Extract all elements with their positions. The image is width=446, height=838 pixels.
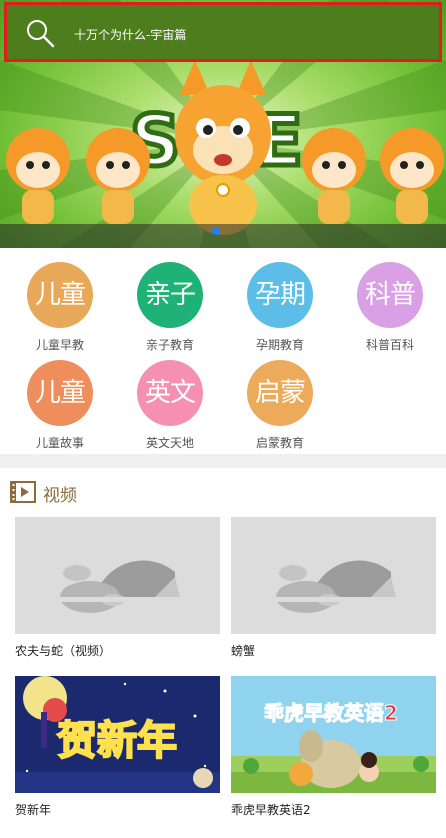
category-label: 儿童早教 xyxy=(35,338,84,352)
film-icon xyxy=(10,481,36,503)
category-parenting[interactable]: 亲子 亲子教育 xyxy=(115,262,225,353)
english-thumbnail-image: 乖虎早教英语2 xyxy=(231,701,436,793)
search-input[interactable]: 十万个为什么-宇宙篇 xyxy=(74,26,186,43)
video-title[interactable]: 乖虎早教英语2 xyxy=(231,801,436,818)
thumbnail-text: 贺新年 xyxy=(57,718,177,764)
category-circle[interactable]: 儿童 xyxy=(27,262,93,328)
category-early-education[interactable]: 儿童 儿童早教 xyxy=(5,262,115,353)
search-bar[interactable]: 十万个为什么-宇宙篇 xyxy=(4,2,442,62)
category-label: 科普百科 xyxy=(365,338,414,352)
video-thumbnail[interactable]: 乖虎早教英语2 xyxy=(231,676,436,793)
video-title[interactable]: 螃蟹 xyxy=(231,642,436,659)
video-title[interactable]: 农夫与蛇（视频） xyxy=(15,642,220,659)
category-circle[interactable]: 儿童 xyxy=(27,360,93,426)
category-label: 儿童故事 xyxy=(35,436,84,450)
category-circle[interactable]: 亲子 xyxy=(137,262,203,328)
category-circle[interactable]: 启蒙 xyxy=(247,360,313,426)
category-pregnancy[interactable]: 孕期 孕期教育 xyxy=(225,262,335,353)
category-label: 启蒙教育 xyxy=(255,436,304,450)
category-science[interactable]: 科普 科普百科 xyxy=(335,262,445,353)
video-card[interactable]: 乖虎早教英语2 乖虎早教英语2 xyxy=(231,676,436,818)
category-circle[interactable]: 孕期 xyxy=(247,262,313,328)
category-enlightenment[interactable]: 启蒙 启蒙教育 xyxy=(225,360,335,451)
thumbnail-text: 乖虎早教英语2 xyxy=(264,701,398,725)
banner-carousel[interactable]: S E 十万个为什么-宇宙篇 xyxy=(0,0,446,248)
video-section-header: 视频 xyxy=(0,468,446,516)
category-circle[interactable]: 科普 xyxy=(357,262,423,328)
section-title: 视频 xyxy=(43,486,77,506)
category-label: 英文天地 xyxy=(145,436,194,450)
image-placeholder-icon xyxy=(60,560,190,613)
video-card[interactable]: 螃蟹 xyxy=(231,517,436,659)
video-thumbnail-placeholder[interactable] xyxy=(231,517,436,634)
category-circle[interactable]: 英文 xyxy=(137,360,203,426)
category-label: 亲子教育 xyxy=(145,338,194,352)
search-icon[interactable] xyxy=(24,18,56,50)
new-year-thumbnail-image: 贺新年 xyxy=(15,676,220,793)
video-card[interactable]: 农夫与蛇（视频） xyxy=(15,517,220,659)
video-thumbnail[interactable]: 贺新年 xyxy=(15,676,220,793)
category-english[interactable]: 英文 英文天地 xyxy=(115,360,225,451)
image-placeholder-icon xyxy=(276,560,406,613)
category-grid: 儿童 儿童早教 亲子 亲子教育 孕期 孕期教育 科普 科普百科 儿童 儿童故事 … xyxy=(0,248,446,454)
video-card[interactable]: 贺新年 贺新年 xyxy=(15,676,220,818)
category-stories[interactable]: 儿童 儿童故事 xyxy=(5,360,115,451)
category-label: 孕期教育 xyxy=(255,338,304,352)
section-divider xyxy=(0,454,446,468)
carousel-dot-active[interactable] xyxy=(212,227,220,235)
video-title[interactable]: 贺新年 xyxy=(15,801,220,818)
video-thumbnail-placeholder[interactable] xyxy=(15,517,220,634)
search-field[interactable]: 十万个为什么-宇宙篇 xyxy=(12,10,434,54)
banner-indicator-bar xyxy=(0,224,446,248)
